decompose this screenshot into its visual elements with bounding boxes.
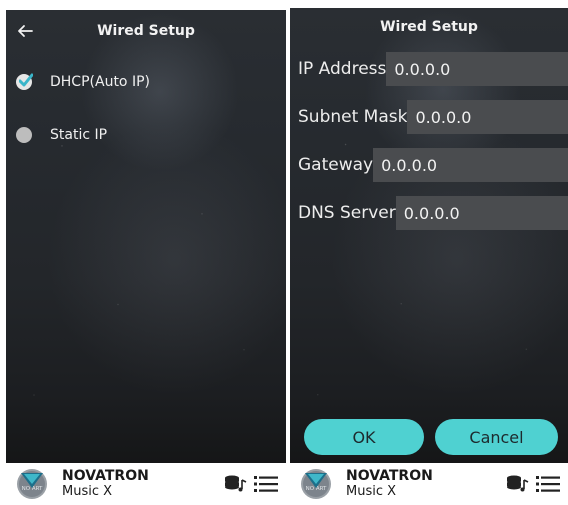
option-static-ip[interactable]: Static IP	[16, 121, 107, 149]
option-label-dhcp: DHCP(Auto IP)	[50, 74, 150, 90]
radio-unselected-icon	[16, 127, 32, 143]
menu-list-icon[interactable]	[254, 474, 278, 494]
gateway-input[interactable]	[373, 148, 568, 182]
title-bar: Wired Setup	[290, 8, 568, 46]
novatron-logo: NO ART	[301, 469, 331, 499]
stage: Wired Setup DHCP(Auto IP) Static IP NO A…	[0, 0, 568, 505]
footer-icons	[224, 474, 278, 494]
field-row-gateway: Gateway	[298, 148, 568, 182]
brand-subtitle: Music X	[346, 484, 397, 499]
option-dhcp[interactable]: DHCP(Auto IP)	[16, 68, 150, 96]
logo-text: NO ART	[306, 486, 327, 492]
page-title: Wired Setup	[380, 19, 478, 35]
title-bar: Wired Setup	[6, 10, 286, 52]
ip-address-label: IP Address	[298, 59, 387, 79]
brand-block: NOVATRON Music X	[62, 468, 149, 500]
menu-list-icon[interactable]	[536, 474, 560, 494]
music-library-icon[interactable]	[506, 474, 530, 494]
check-icon	[19, 73, 33, 87]
field-row-ip-address: IP Address	[298, 52, 568, 86]
subnet-mask-input[interactable]	[407, 100, 568, 134]
radio-selected-icon	[16, 73, 33, 90]
brand-name: NOVATRON	[62, 468, 149, 484]
field-row-subnet-mask: Subnet Mask	[298, 100, 568, 134]
brand-block: NOVATRON Music X	[346, 468, 433, 500]
field-row-dns-server: DNS Server	[298, 196, 568, 230]
ok-button[interactable]: OK	[304, 419, 424, 455]
dns-server-input[interactable]	[395, 196, 568, 230]
gateway-label: Gateway	[298, 155, 374, 175]
footer-bar: NO ART NOVATRON Music X	[6, 463, 286, 505]
novatron-logo: NO ART	[17, 469, 47, 499]
page-title: Wired Setup	[97, 23, 195, 39]
brand-subtitle: Music X	[62, 484, 113, 499]
dns-server-label: DNS Server	[298, 203, 396, 223]
cancel-button[interactable]: Cancel	[435, 419, 558, 455]
footer-bar: NO ART NOVATRON Music X	[290, 463, 568, 505]
option-label-static-ip: Static IP	[50, 127, 108, 143]
back-arrow-icon[interactable]	[16, 22, 34, 40]
wired-setup-mode-screen: Wired Setup DHCP(Auto IP) Static IP NO A…	[6, 10, 286, 505]
footer-icons	[506, 474, 560, 494]
subnet-mask-label: Subnet Mask	[298, 107, 408, 127]
wired-setup-static-screen: Wired Setup IP Address Subnet Mask Gatew…	[290, 8, 568, 505]
brand-name: NOVATRON	[346, 468, 433, 484]
music-library-icon[interactable]	[224, 474, 248, 494]
ip-address-input[interactable]	[386, 52, 568, 86]
logo-text: NO ART	[22, 486, 43, 492]
